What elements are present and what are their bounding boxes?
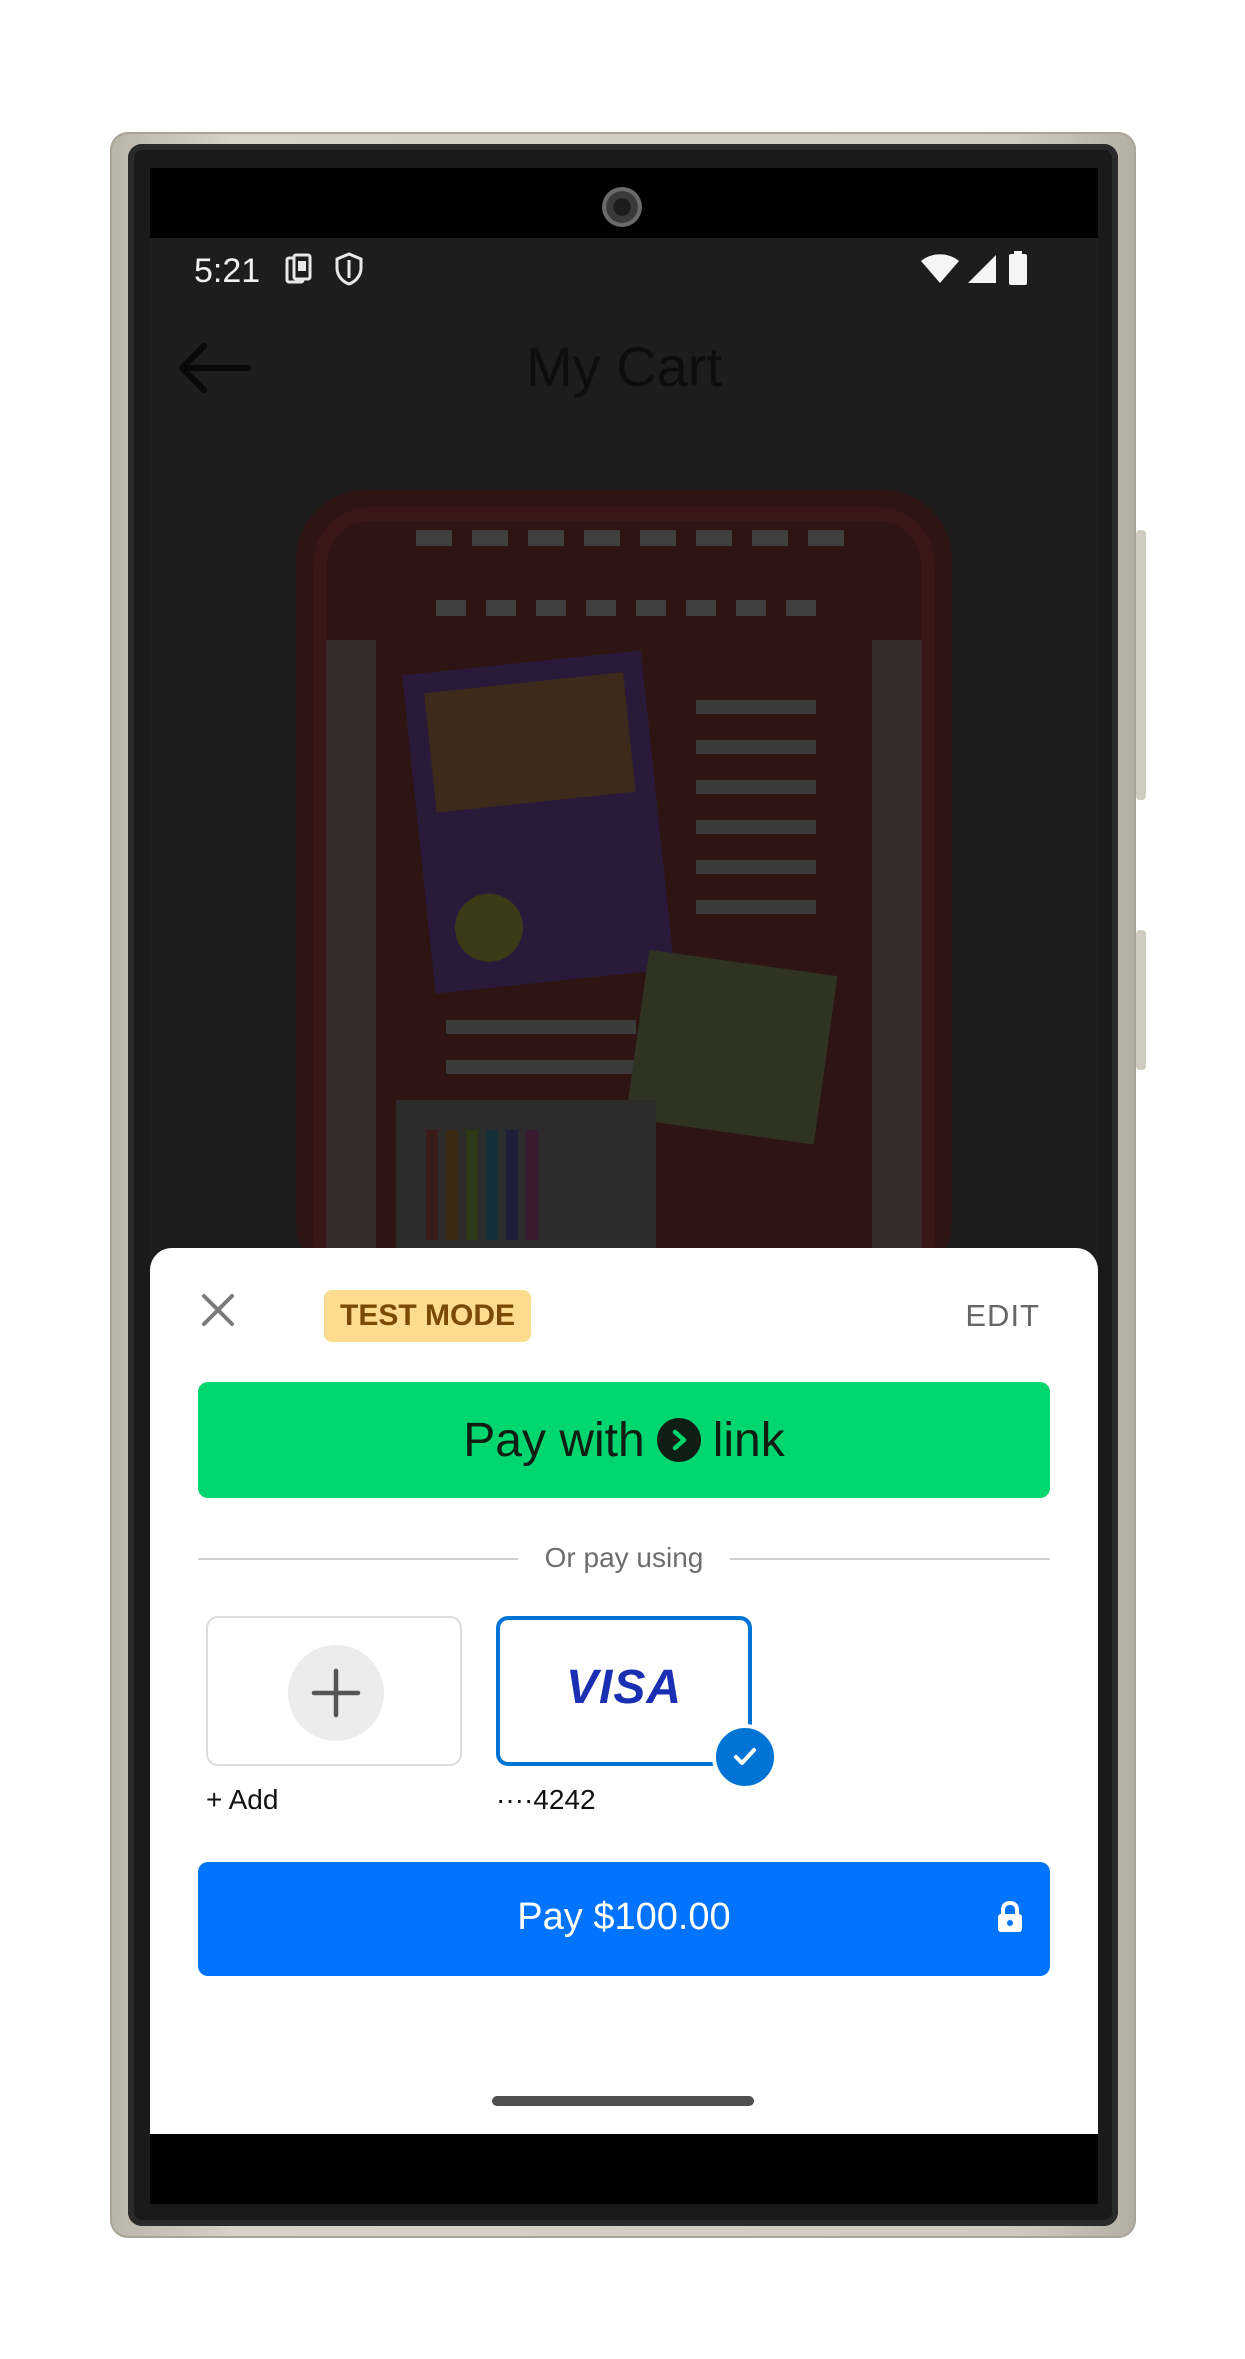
add-payment-method-card[interactable] [206, 1616, 462, 1766]
pay-button-label: Pay $100.00 [517, 1896, 731, 1938]
status-bar: 5:21 [150, 238, 1098, 302]
selected-check-icon [712, 1724, 778, 1790]
payment-sheet: TEST MODE EDIT Pay with link Or pay usin… [150, 1248, 1098, 2134]
page-title: My Cart [526, 335, 722, 398]
signal-icon [966, 254, 998, 289]
top-app-bar: My Cart [150, 302, 1098, 432]
sim-card-icon [284, 252, 314, 291]
link-button-prefix: Pay with [463, 1413, 645, 1467]
test-mode-badge: TEST MODE [324, 1290, 532, 1342]
front-camera-icon [602, 187, 642, 227]
visa-card-last4: ····4242 [496, 1784, 596, 1815]
edit-button[interactable]: EDIT [965, 1298, 1040, 1334]
pay-with-link-button[interactable]: Pay with link [198, 1382, 1050, 1498]
shield-icon [334, 252, 364, 291]
bottom-bezel-bar [150, 2134, 1098, 2204]
link-brand-label: link [712, 1413, 785, 1467]
status-time: 5:21 [194, 252, 261, 290]
close-icon [202, 1294, 234, 1326]
battery-icon [1008, 250, 1028, 291]
power-button [1136, 930, 1146, 1070]
divider-label: Or pay using [524, 1542, 724, 1573]
cart-basket-image [296, 490, 952, 1290]
lock-icon [996, 1900, 1024, 1939]
or-pay-using-divider: Or pay using [198, 1538, 1050, 1578]
wifi-icon [920, 254, 960, 289]
phone-screen: 5:21 My Cart TEST MODE EDIT Pay with lin… [150, 168, 1098, 2204]
add-payment-label: + Add [206, 1784, 279, 1815]
link-chevron-icon [656, 1418, 701, 1462]
volume-button [1136, 530, 1146, 800]
pay-button[interactable]: Pay $100.00 [198, 1862, 1050, 1976]
visa-logo: VISA [565, 1661, 683, 1714]
camera-cutout-bar [150, 168, 1098, 238]
home-indicator[interactable] [492, 2096, 754, 2106]
plus-icon [288, 1645, 384, 1741]
app-window: 5:21 My Cart TEST MODE EDIT Pay with lin… [150, 238, 1098, 2134]
close-button[interactable] [196, 1288, 240, 1332]
